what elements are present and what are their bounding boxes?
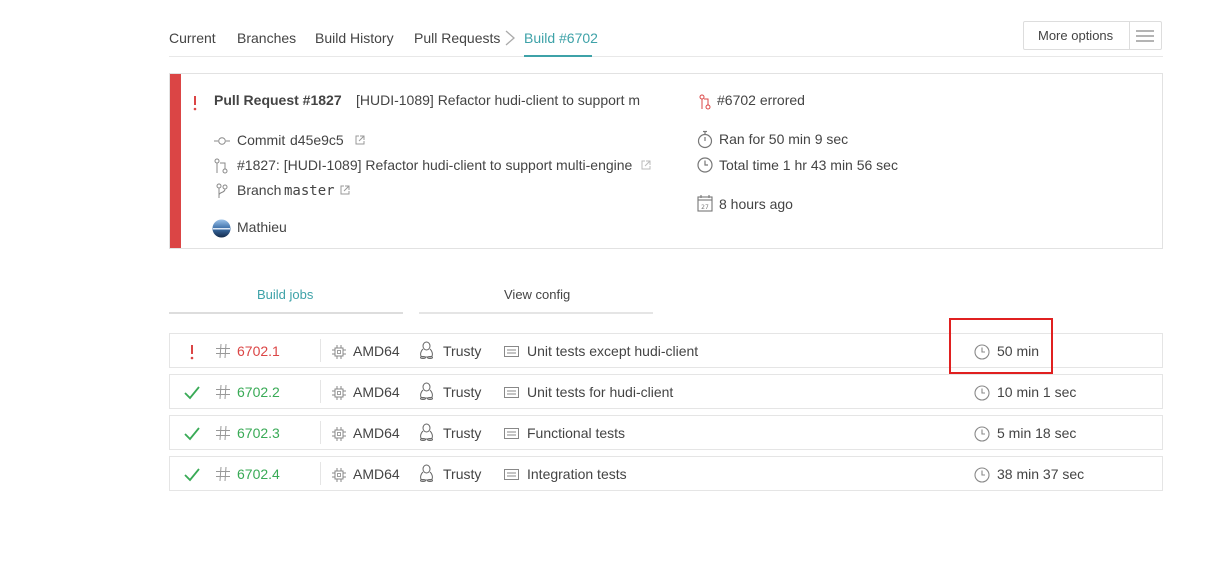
linux-icon: [420, 382, 433, 400]
job-arch: AMD64: [353, 466, 400, 482]
row-divider: [320, 421, 321, 444]
pull-request-subtitle: [HUDI-1089] Refactor hudi-client to supp…: [356, 92, 641, 108]
tab-view-config-underline: [419, 312, 653, 314]
job-duration: 10 min 1 sec: [997, 384, 1077, 400]
pull-request-line[interactable]: #1827: [HUDI-1089] Refactor hudi-client …: [237, 157, 632, 173]
pull-request-title[interactable]: Pull Request #1827: [214, 92, 342, 108]
clock-icon: [974, 385, 990, 401]
job-name: Unit tests except hudi-client: [527, 343, 699, 359]
job-row[interactable]: 6702.2 AMD64 Trusty Unit tests for hudi-cli…: [169, 374, 1163, 409]
pull-request-status-icon: [699, 94, 711, 110]
hamburger-menu-icon[interactable]: [1136, 30, 1154, 42]
calendar-day: 27: [701, 204, 709, 211]
check-icon: [184, 427, 200, 441]
total-time: Total time 1 hr 43 min 56 sec: [719, 157, 898, 173]
job-os: Trusty: [443, 343, 482, 359]
branch-icon: [216, 183, 228, 198]
hash-icon: [216, 385, 230, 399]
job-os: Trusty: [443, 425, 482, 441]
error-exclamation-icon: [193, 96, 197, 111]
nav-divider: [169, 56, 1163, 57]
job-number[interactable]: 6702.1: [237, 343, 280, 359]
pull-request-icon: [214, 158, 228, 174]
clock-icon: [974, 426, 990, 442]
job-number[interactable]: 6702.4: [237, 466, 280, 482]
tab-build-jobs-underline: [169, 312, 403, 314]
more-options-label: More options: [1038, 28, 1114, 43]
hash-icon: [216, 467, 230, 481]
status-bar: [170, 74, 181, 248]
breadcrumb-chevron-icon: [505, 30, 515, 46]
linux-icon: [420, 464, 433, 482]
build-status: #6702 errored: [717, 92, 805, 108]
cpu-icon: [332, 468, 346, 482]
job-name: Integration tests: [527, 466, 627, 482]
avatar[interactable]: [212, 219, 231, 238]
ran-for-duration: Ran for 50 min 9 sec: [719, 131, 849, 147]
row-divider: [320, 339, 321, 362]
job-name-icon: [504, 428, 519, 439]
job-os: Trusty: [443, 384, 482, 400]
linux-icon: [420, 341, 433, 359]
job-number[interactable]: 6702.3: [237, 425, 280, 441]
nav-build-history[interactable]: Build History: [315, 30, 394, 46]
job-arch: AMD64: [353, 343, 400, 359]
job-name: Functional tests: [527, 425, 626, 441]
nav-active-underline: [524, 55, 592, 57]
job-duration: 5 min 18 sec: [997, 425, 1077, 441]
branch-label: Branch: [237, 182, 282, 198]
job-row[interactable]: 6702.4 AMD64 Trusty Integration tests 38 min…: [169, 456, 1163, 491]
calendar-icon: 27: [697, 195, 713, 212]
duration-highlight-box: [949, 318, 1053, 374]
commit-sha-link[interactable]: d45e9c5: [290, 132, 344, 148]
row-divider: [320, 380, 321, 403]
commit-icon: [214, 137, 230, 145]
job-row[interactable]: 6702.3 AMD64 Trusty Functional tests 5 min 1…: [169, 415, 1163, 450]
row-divider: [320, 462, 321, 485]
stopwatch-icon: [697, 130, 713, 149]
tab-build-jobs[interactable]: Build jobs: [257, 287, 313, 302]
linux-icon: [420, 423, 433, 441]
commit-label: Commit: [237, 132, 286, 148]
tab-view-config[interactable]: View config: [504, 287, 570, 302]
nav-branches[interactable]: Branches: [237, 30, 296, 46]
author-name: Mathieu: [237, 219, 287, 235]
branch-name-link[interactable]: master: [284, 183, 335, 199]
external-link-icon[interactable]: [340, 185, 350, 195]
hash-icon: [216, 344, 230, 358]
job-os: Trusty: [443, 466, 482, 482]
job-name: Unit tests for hudi-client: [527, 384, 674, 400]
cpu-icon: [332, 345, 346, 359]
job-number[interactable]: 6702.2: [237, 384, 280, 400]
external-link-icon[interactable]: [355, 135, 365, 145]
job-arch: AMD64: [353, 384, 400, 400]
more-options-separator: [1129, 22, 1130, 49]
nav-build-current[interactable]: Build #6702: [524, 30, 598, 46]
nav-current[interactable]: Current: [169, 30, 216, 46]
nav-pull-requests[interactable]: Pull Requests: [414, 30, 500, 46]
clock-icon: [974, 467, 990, 483]
job-name-icon: [504, 387, 519, 398]
build-time-ago: 8 hours ago: [719, 196, 793, 212]
error-exclamation-icon: [190, 345, 194, 360]
more-options-button[interactable]: More options: [1023, 21, 1162, 50]
cpu-icon: [332, 427, 346, 441]
job-arch: AMD64: [353, 425, 400, 441]
cpu-icon: [332, 386, 346, 400]
check-icon: [184, 386, 200, 400]
job-name-icon: [504, 346, 519, 357]
job-duration: 38 min 37 sec: [997, 466, 1085, 482]
clock-icon: [697, 157, 713, 173]
hash-icon: [216, 426, 230, 440]
job-name-icon: [504, 469, 519, 480]
check-icon: [184, 468, 200, 482]
build-summary-card: Pull Request #1827 [HUDI-1089] Refactor …: [169, 73, 1163, 249]
external-link-icon[interactable]: [641, 160, 651, 170]
